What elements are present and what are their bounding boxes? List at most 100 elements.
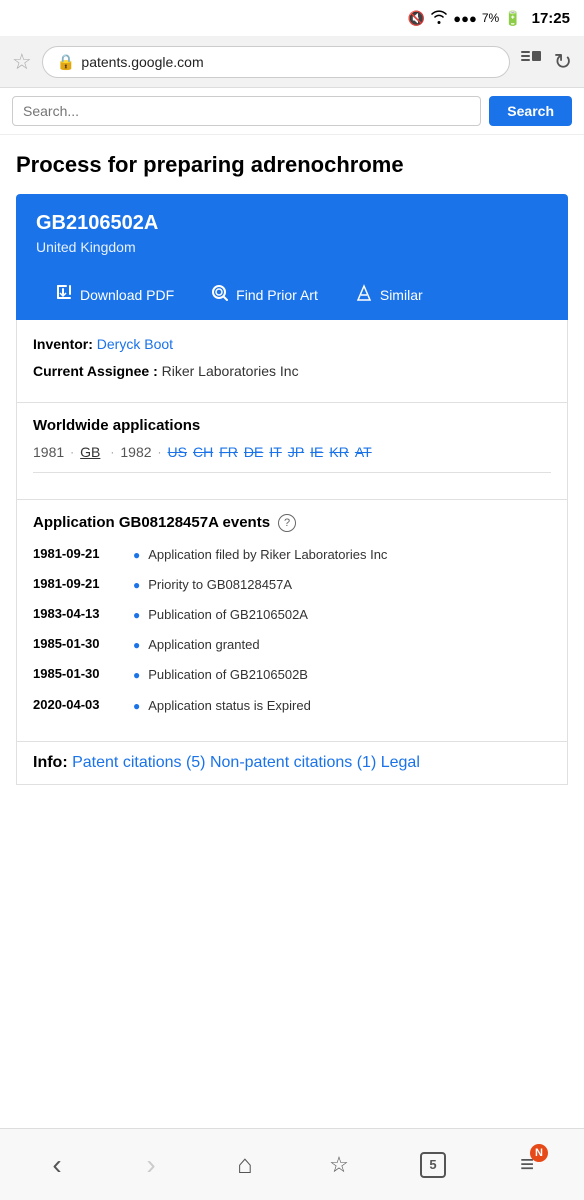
similar-icon — [354, 283, 374, 308]
status-icons: 🔇 ●●● 7% 🔋 — [408, 10, 522, 27]
url-bar[interactable]: 🔒 patents.google.com — [42, 46, 510, 78]
legal-link[interactable]: Legal — [381, 754, 420, 771]
browser-action-buttons: ↻ — [520, 49, 572, 75]
table-row: 1985-01-30 ● Publication of GB2106502B — [33, 666, 551, 684]
info-links-section: Info: Patent citations (5) Non-patent ci… — [16, 742, 568, 785]
tabs-button[interactable]: 5 — [408, 1140, 458, 1190]
bookmark-icon: ☆ — [329, 1152, 349, 1178]
patent-actions: Download PDF Find Prior Art — [36, 271, 548, 320]
apps-row: 1981 · GB · 1982 · US CH FR DE IT JP IE … — [33, 444, 551, 460]
patent-title: Process for preparing adrenochrome — [16, 151, 568, 180]
assignee-row: Current Assignee : Riker Laboratories In… — [33, 361, 551, 382]
prior-art-icon — [210, 283, 230, 308]
worldwide-title: Worldwide applications — [33, 417, 551, 434]
inventor-row: Inventor: Deryck Boot — [33, 334, 551, 355]
worldwide-section: Worldwide applications 1981 · GB · 1982 … — [16, 403, 568, 500]
bookmark-button[interactable]: ☆ — [314, 1140, 364, 1190]
table-row: 1981-09-21 ● Priority to GB08128457A — [33, 576, 551, 594]
url-text: patents.google.com — [81, 54, 203, 70]
info-label: Info: — [33, 754, 68, 771]
similar-button[interactable]: Similar — [336, 271, 441, 320]
apps-year-1982: 1982 — [120, 444, 151, 460]
app-link-fr[interactable]: FR — [219, 444, 238, 460]
app-link-ch[interactable]: CH — [193, 444, 213, 460]
patent-citations-link[interactable]: Patent citations (5) — [72, 754, 205, 771]
table-row: 2020-04-03 ● Application status is Expir… — [33, 697, 551, 715]
download-icon — [54, 283, 74, 308]
menu-button[interactable]: ≡ N — [502, 1140, 552, 1190]
events-title-row: Application GB08128457A events ? — [33, 514, 551, 532]
events-title: Application GB08128457A events — [33, 514, 270, 531]
app-link-kr[interactable]: KR — [329, 444, 348, 460]
apps-gb-current: GB — [80, 444, 100, 460]
page-content: Process for preparing adrenochrome GB210… — [0, 135, 584, 785]
status-bar: 🔇 ●●● 7% 🔋 17:25 — [0, 0, 584, 36]
apps-sep-1: · — [70, 445, 74, 459]
patent-number: GB2106502A — [36, 212, 548, 235]
download-pdf-label: Download PDF — [80, 287, 174, 303]
back-icon: ‹ — [52, 1149, 61, 1181]
event-date-3: 1983-04-13 — [33, 606, 133, 621]
app-link-at[interactable]: AT — [355, 444, 372, 460]
inventor-name[interactable]: Deryck Boot — [97, 336, 173, 352]
non-patent-citations-link[interactable]: Non-patent citations (1) — [210, 754, 376, 771]
notification-badge: N — [530, 1144, 548, 1162]
event-dot-3: ● — [133, 608, 140, 622]
bottom-nav: ‹ › ⌂ ☆ 5 ≡ N — [0, 1128, 584, 1200]
battery-text: 7% — [482, 11, 499, 25]
mute-icon: 🔇 — [408, 10, 425, 27]
app-link-de[interactable]: DE — [244, 444, 263, 460]
lock-icon: 🔒 — [57, 53, 76, 71]
inventor-section: Inventor: Deryck Boot Current Assignee :… — [16, 320, 568, 403]
event-date-5: 1985-01-30 — [33, 666, 133, 681]
battery-icon: 🔋 — [504, 10, 521, 27]
table-row: 1985-01-30 ● Application granted — [33, 636, 551, 654]
event-dot-4: ● — [133, 638, 140, 652]
event-dot-6: ● — [133, 699, 140, 713]
app-link-ie[interactable]: IE — [310, 444, 323, 460]
events-section: Application GB08128457A events ? 1981-09… — [16, 500, 568, 742]
similar-label: Similar — [380, 287, 423, 303]
event-date-6: 2020-04-03 — [33, 697, 133, 712]
app-link-us[interactable]: US — [168, 444, 187, 460]
inventor-label: Inventor: — [33, 336, 93, 352]
event-desc-6: Application status is Expired — [148, 697, 311, 715]
status-time: 17:25 — [532, 10, 570, 27]
browser-chrome: ☆ 🔒 patents.google.com ↻ — [0, 36, 584, 88]
find-prior-art-button[interactable]: Find Prior Art — [192, 271, 336, 320]
refresh-icon[interactable]: ↻ — [554, 49, 572, 75]
back-button[interactable]: ‹ — [32, 1140, 82, 1190]
reader-mode-icon[interactable] — [520, 49, 542, 75]
help-icon[interactable]: ? — [278, 514, 296, 532]
apps-sep-3: · — [158, 445, 162, 459]
table-row: 1981-09-21 ● Application filed by Riker … — [33, 546, 551, 564]
signal-icon: ●●● — [453, 11, 477, 26]
app-link-it[interactable]: IT — [269, 444, 281, 460]
patent-country: United Kingdom — [36, 239, 548, 255]
search-bar-area: Search — [0, 88, 584, 135]
search-button[interactable]: Search — [489, 96, 572, 126]
forward-icon: › — [146, 1149, 155, 1181]
table-row: 1983-04-13 ● Publication of GB2106502A — [33, 606, 551, 624]
event-desc-4: Application granted — [148, 636, 259, 654]
event-date-2: 1981-09-21 — [33, 576, 133, 591]
find-prior-art-label: Find Prior Art — [236, 287, 318, 303]
event-desc-1: Application filed by Riker Laboratories … — [148, 546, 387, 564]
tabs-count: 5 — [420, 1152, 446, 1178]
apps-sep-2: · — [110, 445, 114, 459]
home-button[interactable]: ⌂ — [220, 1140, 270, 1190]
assignee-label: Current Assignee : — [33, 363, 158, 379]
bookmark-star-icon[interactable]: ☆ — [12, 49, 32, 75]
event-desc-5: Publication of GB2106502B — [148, 666, 308, 684]
search-input[interactable] — [12, 96, 481, 126]
event-desc-2: Priority to GB08128457A — [148, 576, 292, 594]
event-dot-1: ● — [133, 548, 140, 562]
event-dot-5: ● — [133, 668, 140, 682]
download-pdf-button[interactable]: Download PDF — [36, 271, 192, 320]
wifi-icon — [430, 10, 448, 27]
forward-button[interactable]: › — [126, 1140, 176, 1190]
event-date-1: 1981-09-21 — [33, 546, 133, 561]
app-link-jp[interactable]: JP — [288, 444, 304, 460]
event-date-4: 1985-01-30 — [33, 636, 133, 651]
event-dot-2: ● — [133, 578, 140, 592]
